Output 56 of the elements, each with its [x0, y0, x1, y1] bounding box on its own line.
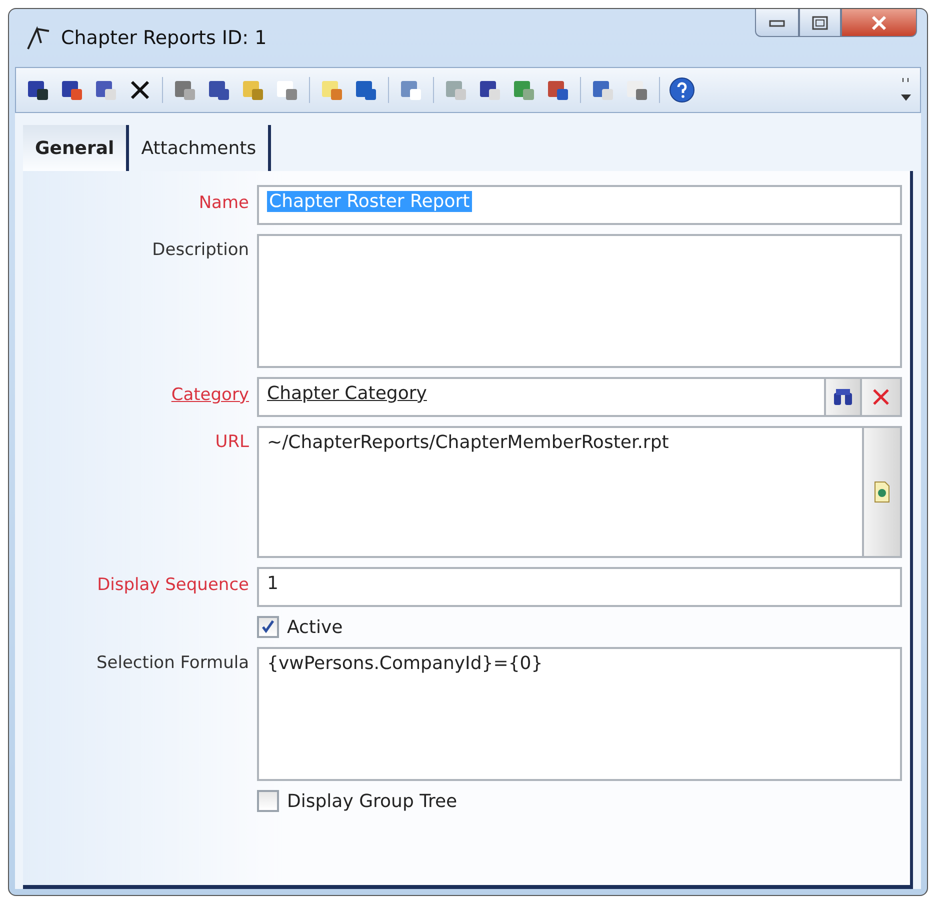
toolbar-icon — [94, 78, 118, 102]
field-label: Description — [152, 239, 249, 262]
toolbar-button[interactable] — [668, 76, 696, 104]
toolbar-icon — [275, 78, 299, 102]
toolbar-icon — [26, 78, 50, 102]
checkbox[interactable] — [257, 790, 279, 812]
toolbar-icon — [320, 78, 344, 102]
delete-icon — [129, 79, 151, 101]
toolbar-icon — [241, 78, 265, 102]
field-label: URL — [215, 431, 249, 454]
field-value: Chapter Category — [266, 382, 428, 406]
field-label: Display Sequence — [97, 574, 249, 597]
checkbox[interactable] — [257, 616, 279, 638]
toolbar-icon — [591, 78, 615, 102]
clear-button[interactable] — [862, 379, 900, 415]
toolbar-icon — [399, 78, 423, 102]
checkbox-field[interactable]: Active — [257, 616, 902, 638]
tab[interactable]: General — [23, 125, 130, 171]
minimize-button[interactable] — [755, 9, 799, 37]
maximize-icon — [812, 16, 828, 30]
field-label: Name — [198, 192, 249, 215]
field-label[interactable]: Category — [171, 377, 249, 417]
maximize-button[interactable] — [799, 9, 841, 37]
close-icon — [871, 14, 887, 30]
toolbar-icon — [512, 78, 536, 102]
field-value: 1 — [266, 572, 280, 596]
toolbar-icon — [173, 78, 197, 102]
minimize-icon — [769, 18, 785, 26]
close-button[interactable] — [841, 9, 917, 37]
toolbar-icon — [478, 78, 502, 102]
toolbar-icon — [354, 78, 378, 102]
text-area[interactable]: {vwPersons.CompanyId}={0} — [257, 647, 902, 781]
browse-button[interactable] — [862, 428, 900, 556]
toolbar-icon — [207, 78, 231, 102]
app-logo-icon — [25, 25, 51, 51]
checkbox-label: Active — [287, 616, 343, 638]
binoculars-icon — [832, 387, 854, 407]
field-value: {vwPersons.CompanyId}={0} — [266, 652, 544, 676]
input-field[interactable]: 1 — [257, 567, 902, 607]
input-field[interactable]: Chapter Category — [257, 377, 902, 417]
toolbar-icon — [444, 78, 468, 102]
clear-icon — [871, 387, 891, 407]
field-value: ~/ChapterReports/ChapterMemberRoster.rpt — [266, 431, 670, 455]
checkbox-label: Display Group Tree — [287, 790, 458, 812]
search-button[interactable] — [824, 379, 862, 415]
toolbar-icon — [60, 78, 84, 102]
field-label: Selection Formula — [96, 652, 249, 675]
checkbox-field[interactable]: Display Group Tree — [257, 790, 902, 812]
help-icon — [669, 77, 695, 103]
field-value: Chapter Roster Report — [267, 191, 472, 212]
toolbar-icon — [546, 78, 570, 102]
toolbar-icon — [625, 78, 649, 102]
window-title: Chapter Reports ID: 1 — [61, 27, 268, 49]
input-field[interactable]: ~/ChapterReports/ChapterMemberRoster.rpt — [257, 426, 902, 558]
checkmark-icon — [261, 620, 275, 634]
document-icon — [873, 481, 891, 503]
